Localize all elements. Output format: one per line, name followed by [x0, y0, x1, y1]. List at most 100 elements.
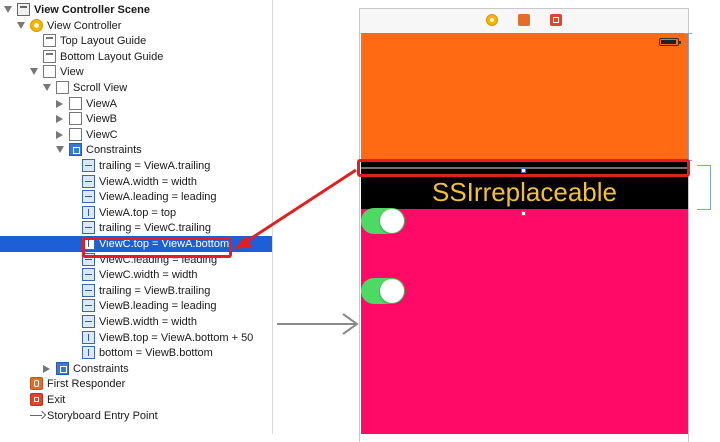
- outline-row[interactable]: ViewB.width = width: [0, 314, 272, 330]
- outline-row-label: Scroll View: [73, 82, 128, 94]
- outline-row-selected[interactable]: ViewC.top = ViewA.bottom: [0, 236, 272, 252]
- view-controller-icon[interactable]: [486, 14, 498, 26]
- switch-knob: [380, 279, 404, 303]
- outline-row[interactable]: Constraints: [0, 142, 272, 158]
- outline-row-label: ViewA.leading = leading: [99, 191, 217, 204]
- disclosure-down-icon[interactable]: [43, 84, 51, 91]
- constraint-icon: [82, 221, 95, 235]
- outline-row-label: View: [60, 66, 84, 79]
- scroll-content-view[interactable]: [361, 209, 688, 434]
- first-responder-icon: [30, 377, 43, 391]
- constraint-icon: [82, 174, 95, 188]
- disclosure-right-icon[interactable]: [43, 364, 50, 373]
- outline-row-label: ViewC.width = width: [99, 269, 198, 282]
- outline-row-label: Top Layout Guide: [60, 35, 147, 48]
- view-icon: [69, 96, 82, 110]
- outline-row-label: ViewB.leading = leading: [99, 300, 217, 313]
- outline-row-label: ViewA: [86, 97, 117, 110]
- layout-guide-icon: [43, 49, 56, 63]
- exit-icon: [30, 393, 43, 406]
- constraint-icon: [82, 315, 95, 328]
- outline-row[interactable]: ViewA.top = top: [0, 205, 272, 221]
- layout-guide-icon: [43, 34, 56, 48]
- outline-row[interactable]: Bottom Layout Guide: [0, 49, 272, 65]
- disclosure-right-icon[interactable]: [56, 99, 63, 108]
- outline-row[interactable]: ViewC: [0, 127, 272, 143]
- outline-row-label: ViewC.top = ViewA.bottom: [99, 238, 230, 250]
- outline-row-label: Constraints: [73, 362, 129, 375]
- outline-row-label: ViewA.top = top: [99, 206, 177, 219]
- constraint-icon: [82, 283, 95, 297]
- constraint-icon: [82, 268, 95, 282]
- outline-row[interactable]: Exit: [0, 392, 272, 408]
- view-icon: [69, 112, 82, 126]
- outline-row-label: ViewB: [86, 113, 117, 126]
- scene-dock: [360, 9, 688, 34]
- outline-row[interactable]: ViewC.width = width: [0, 267, 272, 283]
- outline-row-label: ViewB.top = ViewA.bottom + 50: [99, 331, 254, 344]
- constraint-guide: [697, 165, 711, 166]
- constraint-guide: [710, 165, 711, 210]
- view-icon: [56, 81, 69, 94]
- outline-row-label: First Responder: [47, 378, 126, 391]
- outline-row[interactable]: Scroll View: [0, 80, 272, 96]
- storyboard-entry-arrow-icon[interactable]: [277, 312, 361, 336]
- disclosure-right-icon[interactable]: [56, 115, 63, 124]
- constraint-icon: [82, 299, 95, 313]
- outline-row[interactable]: Top Layout Guide: [0, 33, 272, 49]
- viewC-label: SSIrreplaceable: [432, 177, 617, 207]
- disclosure-down-icon[interactable]: [4, 6, 12, 13]
- outline-row-label: View Controller Scene: [34, 4, 150, 16]
- constraints-group-icon: [69, 143, 82, 157]
- outline-row-label: ViewC.leading = leading: [99, 253, 218, 266]
- viewA[interactable]: [361, 33, 688, 161]
- outline-row-label: trailing = ViewA.trailing: [99, 160, 211, 172]
- constraint-icon: [82, 237, 95, 250]
- outline-row-label: trailing = ViewB.trailing: [99, 284, 211, 297]
- outline-row[interactable]: bottom = ViewB.bottom: [0, 345, 272, 361]
- outline-row[interactable]: trailing = ViewC.trailing: [0, 220, 272, 236]
- disclosure-right-icon[interactable]: [56, 130, 63, 139]
- outline-row-label: Storyboard Entry Point: [47, 409, 158, 422]
- outline-row[interactable]: Constraints: [0, 361, 272, 377]
- constraint-guide: [697, 209, 711, 210]
- constraint-icon: [82, 205, 95, 219]
- constraint-handle[interactable]: [521, 211, 526, 216]
- outline-row[interactable]: ViewB.top = ViewA.bottom + 50: [0, 330, 272, 346]
- switch-knob: [380, 209, 404, 233]
- outline-row-label: trailing = ViewC.trailing: [99, 222, 211, 235]
- scene-icon: [17, 3, 30, 16]
- outline-row[interactable]: First Responder: [0, 376, 272, 392]
- outline-row[interactable]: View Controller: [0, 18, 272, 34]
- exit-icon[interactable]: [550, 14, 562, 26]
- switch-toggle[interactable]: [361, 278, 405, 304]
- view-controller-icon: [30, 18, 43, 32]
- constraint-guide: [684, 160, 692, 161]
- outline-row[interactable]: ViewC.leading = leading: [0, 252, 272, 268]
- first-responder-icon[interactable]: [518, 14, 530, 26]
- outline-row-label: ViewC: [86, 128, 118, 141]
- constraint-handle[interactable]: [521, 168, 526, 173]
- outline-row[interactable]: Storyboard Entry Point: [0, 408, 272, 424]
- outline-row-label: ViewB.width = width: [99, 316, 197, 328]
- constraint-icon: [82, 330, 95, 344]
- view-icon: [43, 65, 56, 79]
- switch-toggle[interactable]: [361, 208, 405, 234]
- outline-row[interactable]: ViewA.leading = leading: [0, 189, 272, 205]
- disclosure-down-icon[interactable]: [56, 146, 64, 154]
- outline-row-label: Exit: [47, 394, 66, 406]
- outline-row[interactable]: trailing = ViewA.trailing: [0, 158, 272, 174]
- outline-row[interactable]: ViewA: [0, 96, 272, 112]
- outline-row[interactable]: ViewB.leading = leading: [0, 298, 272, 314]
- outline-row[interactable]: View Controller Scene: [0, 2, 272, 18]
- constraint-guide: [684, 33, 692, 34]
- disclosure-down-icon[interactable]: [30, 68, 38, 76]
- outline-row-label: View Controller: [47, 19, 122, 32]
- outline-row-label: ViewA.width = width: [99, 175, 197, 188]
- outline-row[interactable]: trailing = ViewB.trailing: [0, 283, 272, 299]
- disclosure-down-icon[interactable]: [17, 21, 25, 29]
- outline-row[interactable]: ViewB: [0, 111, 272, 127]
- outline-row[interactable]: ViewA.width = width: [0, 174, 272, 190]
- outline-row[interactable]: View: [0, 64, 272, 80]
- constraint-icon: [82, 190, 95, 204]
